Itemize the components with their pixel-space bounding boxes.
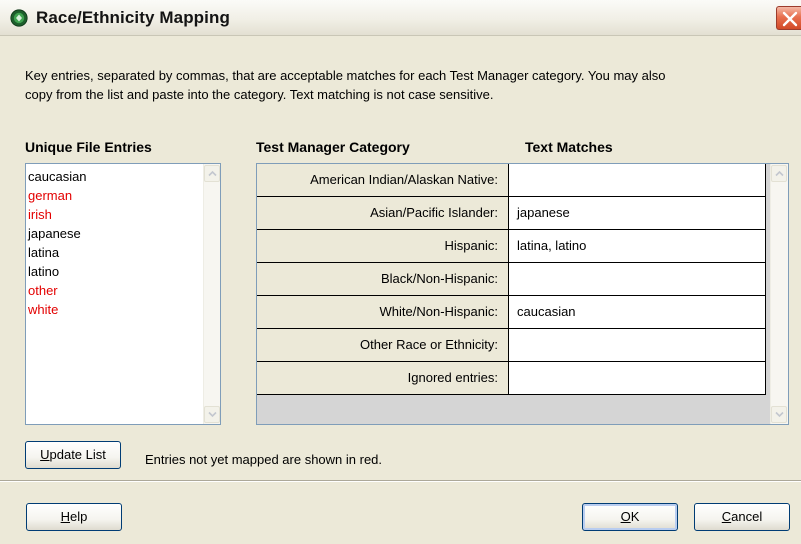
chevron-up-icon: [775, 170, 784, 177]
app-globe-icon: [10, 9, 28, 27]
list-item[interactable]: japanese: [28, 224, 198, 243]
list-item[interactable]: caucasian: [28, 167, 198, 186]
list-item[interactable]: white: [28, 300, 198, 319]
list-item[interactable]: german: [28, 186, 198, 205]
text-matches-cell[interactable]: caucasian: [509, 296, 766, 329]
help-button[interactable]: Help: [26, 503, 122, 531]
entries-items: caucasian german irish japanese latina l…: [28, 167, 198, 319]
chevron-down-icon: [775, 411, 784, 418]
unmapped-note: Entries not yet mapped are shown in red.: [145, 452, 383, 467]
scroll-down-button[interactable]: [771, 406, 787, 423]
ok-mnemonic: O: [620, 509, 631, 524]
close-icon: [782, 11, 798, 27]
table-row: Hispanic: latina, latino: [257, 230, 771, 263]
instructions-line-1: Key entries, separated by commas, that a…: [25, 68, 666, 83]
unique-entries-list[interactable]: caucasian german irish japanese latina l…: [25, 163, 221, 425]
category-label: Black/Non-Hispanic:: [257, 263, 509, 296]
category-label: Other Race or Ethnicity:: [257, 329, 509, 362]
category-label: White/Non-Hispanic:: [257, 296, 509, 329]
cancel-label: ancel: [731, 509, 763, 524]
table-row: White/Non-Hispanic: caucasian: [257, 296, 771, 329]
help-label: elp: [70, 509, 88, 524]
window-title: Race/Ethnicity Mapping: [36, 8, 230, 27]
chevron-up-icon: [208, 170, 217, 177]
list-item[interactable]: latina: [28, 243, 198, 262]
scroll-up-button[interactable]: [204, 165, 220, 182]
text-matches-cell[interactable]: [509, 329, 766, 362]
instructions-text: Key entries, separated by commas, that a…: [25, 66, 785, 104]
scroll-down-button[interactable]: [204, 406, 220, 423]
category-label: Hispanic:: [257, 230, 509, 263]
text-matches-cell[interactable]: [509, 164, 766, 197]
category-table: American Indian/Alaskan Native: Asian/Pa…: [256, 163, 789, 425]
text-matches-cell[interactable]: [509, 263, 766, 296]
update-list-mnemonic: U: [40, 447, 50, 462]
update-list-button[interactable]: Update List: [25, 441, 121, 469]
title-bar: Race/Ethnicity Mapping: [0, 0, 801, 36]
table-row: Asian/Pacific Islander: japanese: [257, 197, 771, 230]
category-heading: Test Manager Category: [256, 139, 410, 155]
ok-button[interactable]: OK: [582, 503, 678, 531]
update-list-label: pdate List: [49, 447, 106, 462]
table-row: American Indian/Alaskan Native:: [257, 164, 771, 197]
scroll-up-button[interactable]: [771, 165, 787, 182]
unique-entries-heading: Unique File Entries: [25, 139, 152, 155]
cancel-mnemonic: C: [721, 509, 732, 524]
category-label: Ignored entries:: [257, 362, 509, 395]
list-item[interactable]: irish: [28, 205, 198, 224]
list-item[interactable]: latino: [28, 262, 198, 281]
chevron-down-icon: [208, 411, 217, 418]
help-mnemonic: H: [60, 509, 71, 524]
category-label: Asian/Pacific Islander:: [257, 197, 509, 230]
entries-scrollbar[interactable]: [203, 164, 220, 424]
text-matches-heading: Text Matches: [525, 139, 613, 155]
instructions-line-2: copy from the list and paste into the ca…: [25, 87, 494, 102]
cancel-button[interactable]: Cancel: [694, 503, 790, 531]
category-label: American Indian/Alaskan Native:: [257, 164, 509, 197]
close-button[interactable]: [776, 6, 801, 30]
table-row: Ignored entries:: [257, 362, 771, 395]
table-scrollbar[interactable]: [770, 164, 788, 424]
table-row: Black/Non-Hispanic:: [257, 263, 771, 296]
text-matches-cell[interactable]: [509, 362, 766, 395]
ok-label: K: [630, 509, 640, 524]
table-row: Other Race or Ethnicity:: [257, 329, 771, 362]
list-item[interactable]: other: [28, 281, 198, 300]
text-matches-cell[interactable]: latina, latino: [509, 230, 766, 263]
footer-separator: [0, 480, 801, 482]
text-matches-cell[interactable]: japanese: [509, 197, 766, 230]
